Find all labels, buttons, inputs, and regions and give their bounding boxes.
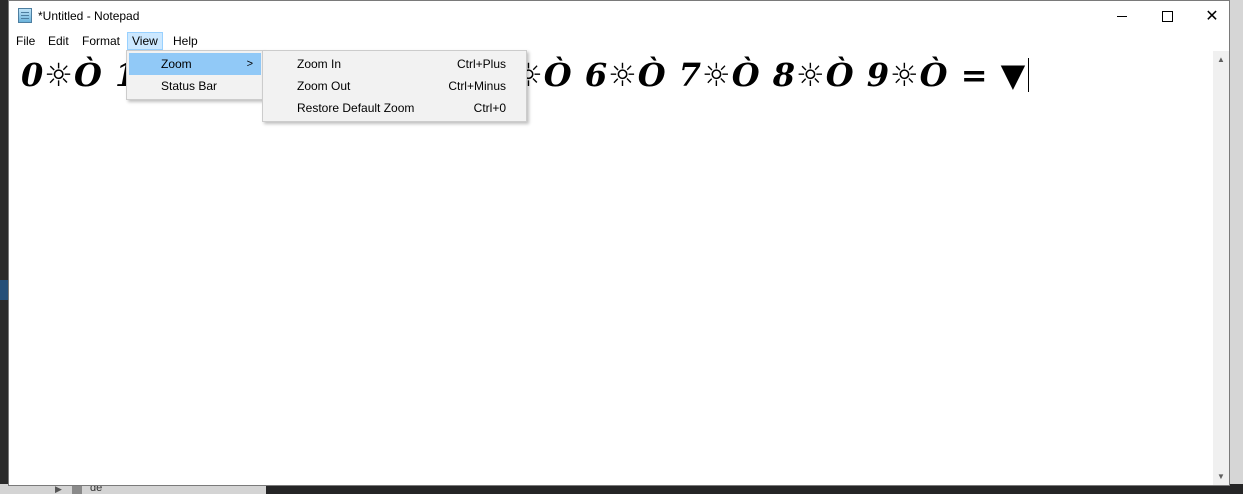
view-menu: Zoom > Status Bar bbox=[126, 50, 264, 100]
menu-item-zoom-out[interactable]: Zoom Out Ctrl+Minus bbox=[265, 75, 524, 97]
menu-format[interactable]: Format bbox=[78, 32, 124, 50]
chevron-right-icon: > bbox=[246, 58, 253, 70]
scroll-down-icon[interactable]: ▼ bbox=[1213, 468, 1229, 485]
menu-file[interactable]: File bbox=[12, 32, 39, 50]
window-title: *Untitled - Notepad bbox=[38, 9, 140, 23]
menu-item-shortcut: Ctrl+Plus bbox=[456, 57, 506, 71]
notepad-icon[interactable] bbox=[18, 8, 32, 23]
menu-edit[interactable]: Edit bbox=[44, 32, 73, 50]
menu-item-label: Zoom Out bbox=[297, 79, 351, 93]
close-button[interactable]: ✕ bbox=[1189, 1, 1235, 31]
menu-item-label: Zoom bbox=[161, 57, 192, 71]
menu-item-label: Zoom In bbox=[297, 57, 342, 71]
menu-bar: File Edit Format View Help bbox=[9, 31, 1229, 51]
menu-view[interactable]: View bbox=[127, 32, 163, 50]
menu-item-shortcut: Ctrl+0 bbox=[473, 101, 506, 115]
menu-item-label: Restore Default Zoom bbox=[297, 101, 415, 115]
minimize-button[interactable] bbox=[1099, 1, 1145, 31]
text-editor[interactable]: 0☼Ò 1☼Ò 2☼Ò 3☼Ò 4☼Ò 5☼Ò 6☼Ò 7☼Ò 8☼Ò 9☼Ò … bbox=[9, 51, 1213, 485]
menu-item-status-bar[interactable]: Status Bar bbox=[129, 75, 261, 97]
minimize-icon bbox=[1117, 15, 1127, 17]
menu-item-label: Status Bar bbox=[161, 79, 218, 93]
maximize-button[interactable] bbox=[1144, 1, 1190, 31]
background-app-edge-right bbox=[1230, 0, 1243, 494]
maximize-icon bbox=[1161, 10, 1173, 22]
folder-icon bbox=[72, 486, 82, 494]
menu-item-zoom-in[interactable]: Zoom In Ctrl+Plus bbox=[265, 53, 524, 75]
text-caret bbox=[1028, 58, 1030, 92]
vertical-scrollbar[interactable]: ▲ ▼ bbox=[1213, 51, 1229, 485]
menu-help[interactable]: Help bbox=[169, 32, 202, 50]
scroll-up-icon[interactable]: ▲ bbox=[1213, 51, 1229, 68]
menu-item-shortcut: Ctrl+Minus bbox=[448, 79, 506, 93]
menu-item-zoom[interactable]: Zoom > bbox=[129, 53, 261, 75]
close-icon: ✕ bbox=[1205, 8, 1219, 25]
zoom-submenu: Zoom In Ctrl+Plus Zoom Out Ctrl+Minus Re… bbox=[262, 50, 527, 122]
menu-item-restore-default-zoom[interactable]: Restore Default Zoom Ctrl+0 bbox=[265, 97, 524, 119]
title-bar[interactable]: *Untitled - Notepad ✕ bbox=[9, 1, 1229, 31]
